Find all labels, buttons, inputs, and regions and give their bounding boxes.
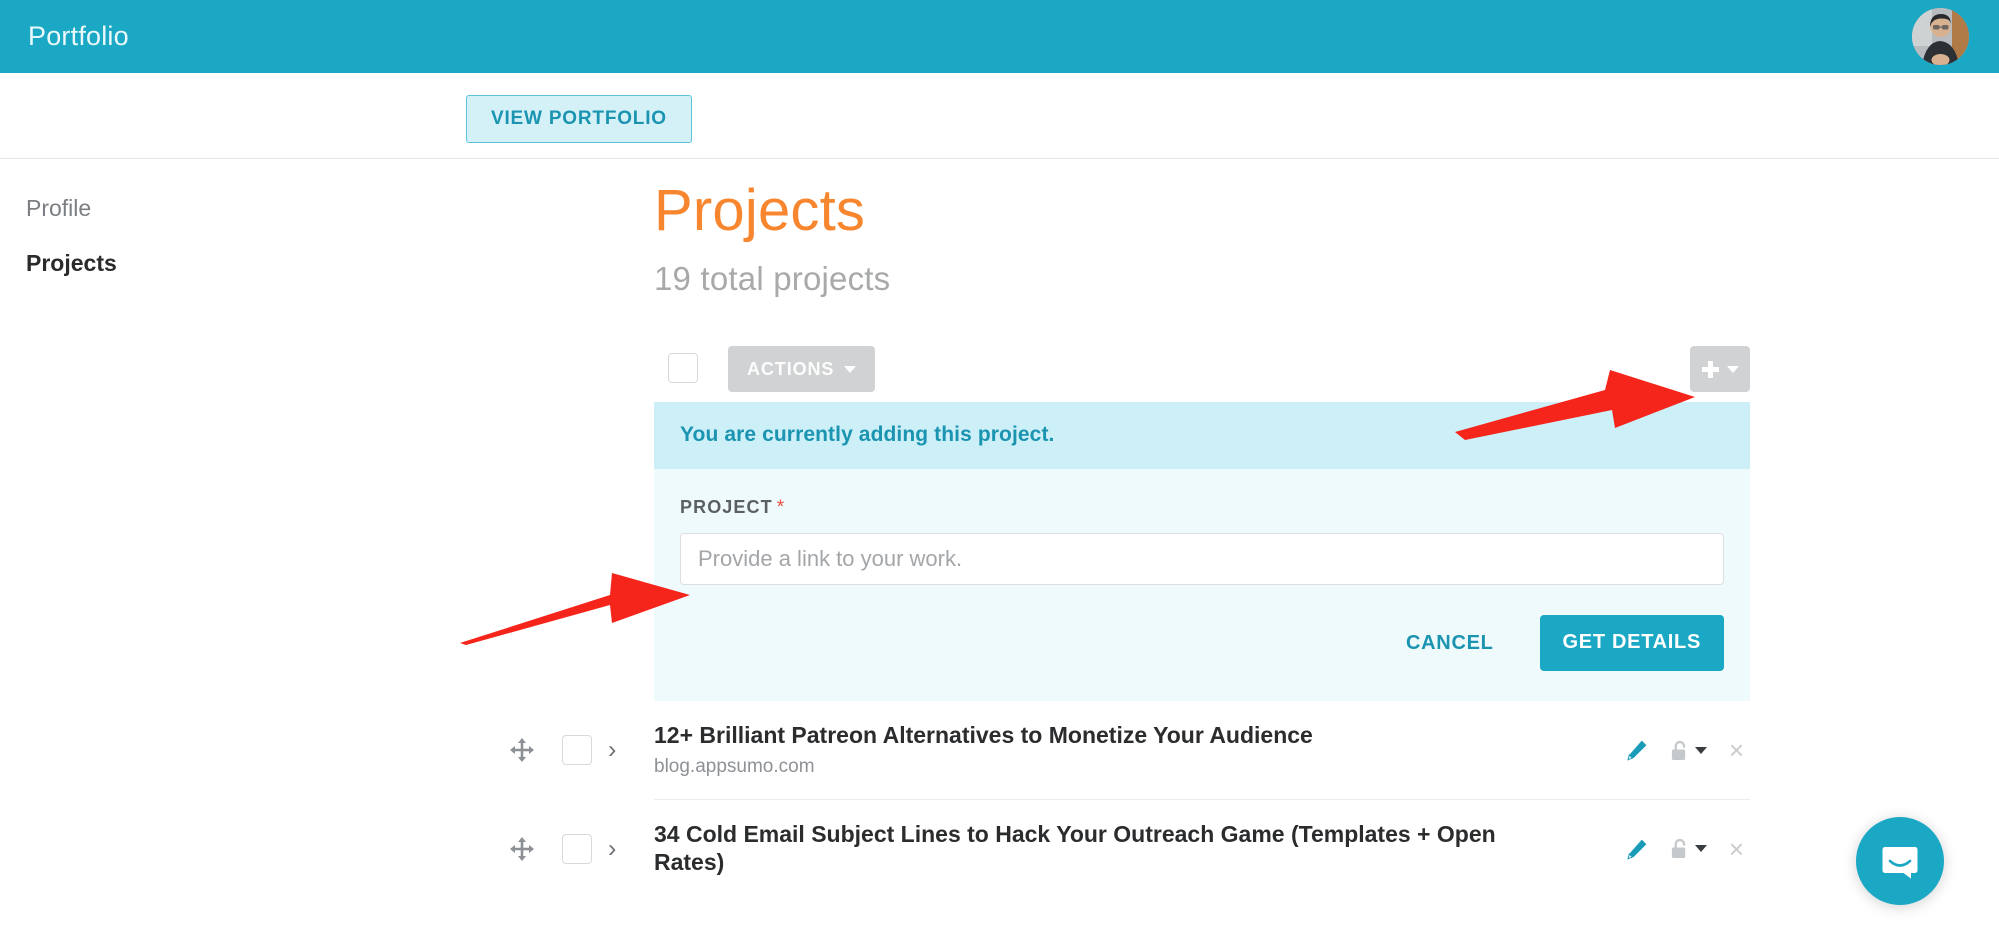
add-project-panel: You are currently adding this project. P… [654, 402, 1750, 701]
app-header: Portfolio [0, 0, 1999, 73]
row-checkbox[interactable] [562, 735, 592, 765]
view-portfolio-button[interactable]: VIEW PORTFOLIO [466, 95, 692, 143]
cancel-button[interactable]: CANCEL [1382, 618, 1518, 669]
table-row: › 12+ Brilliant Patreon Alternatives to … [510, 701, 1750, 799]
intercom-chat-launcher[interactable] [1856, 817, 1944, 905]
sidebar-item-projects[interactable]: Projects [26, 250, 426, 278]
sidebar-nav: Profile Projects [26, 195, 426, 304]
app-title: Portfolio [28, 21, 129, 51]
project-url: blog.appsumo.com [654, 756, 815, 778]
chat-bubble-icon [1882, 847, 1918, 879]
privacy-lock-icon[interactable] [1670, 740, 1707, 761]
select-all-checkbox[interactable] [668, 353, 698, 383]
remove-icon[interactable]: × [1729, 737, 1744, 763]
plus-icon [1701, 360, 1719, 378]
page-title: Projects [654, 178, 866, 243]
panel-status-banner: You are currently adding this project. [654, 402, 1750, 469]
edit-pencil-icon[interactable] [1626, 739, 1648, 761]
page-subtitle: 19 total projects [654, 260, 891, 297]
chevron-down-icon [1694, 845, 1707, 852]
panel-actions: CANCEL GET DETAILS [680, 615, 1724, 671]
project-list: › 12+ Brilliant Patreon Alternatives to … [510, 701, 1750, 897]
edit-pencil-icon[interactable] [1626, 838, 1648, 860]
row-actions: × [1626, 836, 1750, 862]
actions-button[interactable]: ACTIONS [728, 346, 876, 392]
avatar-image [1912, 8, 1969, 65]
add-project-button[interactable] [1690, 346, 1750, 392]
panel-body: PROJECT* CANCEL GET DETAILS [654, 469, 1750, 701]
sub-header: VIEW PORTFOLIO [0, 73, 1999, 159]
project-field-label-row: PROJECT * [680, 497, 1724, 519]
project-url-input[interactable] [680, 533, 1724, 585]
chevron-down-icon [844, 365, 857, 373]
drag-handle-icon[interactable] [509, 737, 535, 763]
chevron-right-icon[interactable]: › [608, 836, 616, 861]
project-field-label: PROJECT [680, 497, 773, 517]
row-text: 34 Cold Email Subject Lines to Hack Your… [654, 809, 1626, 888]
required-marker: * [776, 497, 785, 518]
row-actions: × [1626, 737, 1750, 763]
actions-button-label: ACTIONS [747, 358, 835, 379]
privacy-lock-icon[interactable] [1670, 838, 1707, 859]
table-row: › 34 Cold Email Subject Lines to Hack Yo… [510, 799, 1750, 897]
main-content: Projects 19 total projects ACTIONS You a… [510, 160, 1750, 897]
drag-handle-icon[interactable] [509, 836, 535, 862]
sidebar-item-profile[interactable]: Profile [26, 195, 426, 223]
project-title[interactable]: 34 Cold Email Subject Lines to Hack Your… [654, 821, 1509, 876]
get-details-button[interactable]: GET DETAILS [1539, 615, 1724, 671]
row-text: 12+ Brilliant Patreon Alternatives to Mo… [654, 710, 1626, 791]
chevron-down-icon [1694, 746, 1707, 754]
project-title[interactable]: 12+ Brilliant Patreon Alternatives to Mo… [654, 722, 1509, 750]
chevron-down-icon [1726, 365, 1739, 373]
projects-toolbar: ACTIONS [654, 346, 1750, 392]
chevron-right-icon[interactable]: › [608, 737, 616, 763]
remove-icon[interactable]: × [1729, 836, 1744, 862]
row-checkbox[interactable] [562, 833, 592, 864]
avatar[interactable] [1912, 8, 1969, 65]
